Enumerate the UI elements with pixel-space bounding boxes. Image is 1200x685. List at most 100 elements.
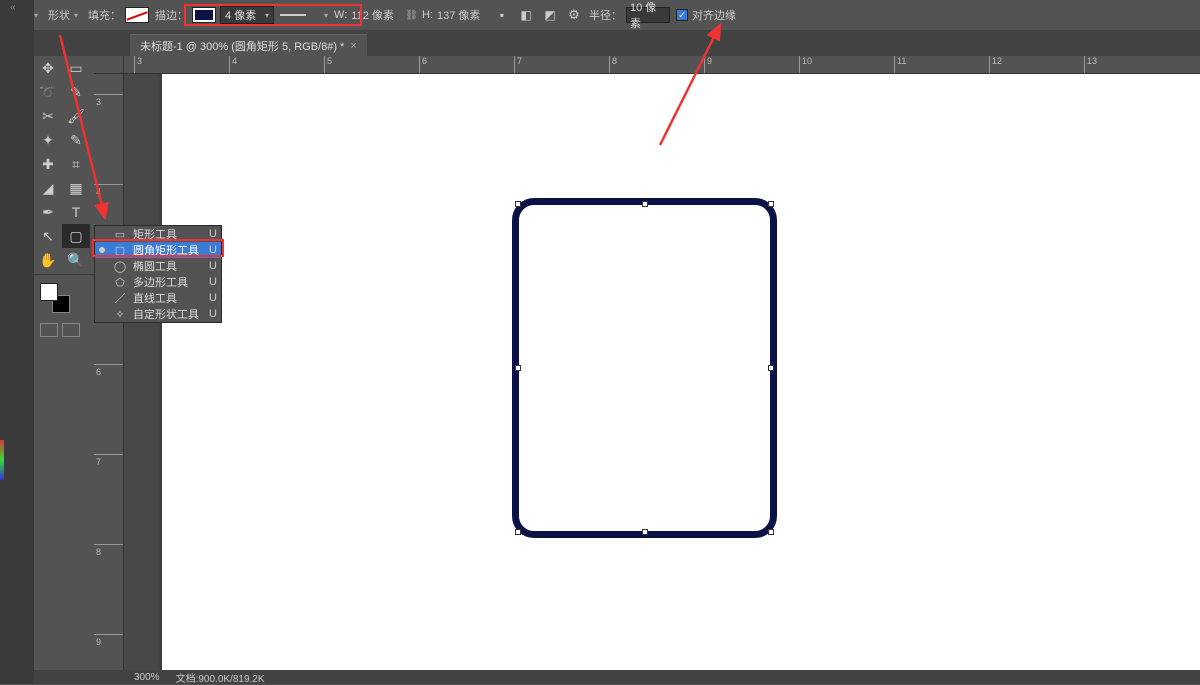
path-align-icon[interactable]: ▪ — [493, 6, 511, 24]
pen-tool[interactable]: ✒ — [34, 200, 62, 224]
type-tool[interactable]: T — [62, 200, 90, 224]
menu-item-ellipse[interactable]: ◯椭圆工具U — [95, 258, 221, 274]
marquee-tool[interactable]: ▭ — [62, 56, 90, 80]
eyedropper-tool[interactable]: ✎ — [62, 80, 90, 104]
height-input[interactable]: 137 像素 — [437, 7, 487, 23]
menu-item-polygon[interactable]: ⬠多边形工具U — [95, 274, 221, 290]
stroke-swatch[interactable] — [192, 7, 216, 23]
radius-label: 半径： — [589, 7, 622, 23]
pencil-tool[interactable]: ✎ — [62, 128, 90, 152]
healing-tool[interactable]: ✚ — [34, 152, 62, 176]
polygon-icon: ⬠ — [113, 276, 127, 289]
move-tool[interactable]: ✥ — [34, 56, 62, 80]
path-arrange-icon[interactable]: ◧ — [517, 6, 535, 24]
menu-item-line[interactable]: ／直线工具U — [95, 290, 221, 306]
ruler-tick: 6 — [419, 56, 427, 73]
crop-tool[interactable]: ✂ — [34, 104, 62, 128]
ellipse-icon: ◯ — [113, 260, 127, 273]
shape-tool[interactable]: ▢ — [62, 224, 90, 248]
line-icon: ／ — [113, 290, 127, 306]
document-tab-bar: 未标题-1 @ 300% (圆角矩形 5, RGB/8#) * × — [0, 30, 1200, 56]
ruler-tick: 10 — [799, 56, 812, 73]
screen-mode-icon[interactable] — [62, 323, 80, 337]
ruler-tick: 7 — [514, 56, 522, 73]
status-bar: 300% 文档:900.0K/819.2K — [34, 670, 1200, 684]
ruler-tick: 4 — [229, 56, 237, 73]
ruler-tick: 6 — [94, 364, 123, 377]
stroke-style-select[interactable]: ▾ — [280, 4, 328, 26]
align-edges-label: 对齐边缘 — [692, 7, 736, 23]
eraser-tool[interactable]: ◢ — [34, 176, 62, 200]
transform-handle[interactable] — [642, 529, 648, 535]
ruler-tick: 3 — [94, 94, 123, 107]
transform-handle[interactable] — [642, 201, 648, 207]
magic-wand-tool[interactable]: ✦ — [34, 128, 62, 152]
height-label: H: — [422, 9, 433, 21]
options-bar: ▾ 形状 ▾ 填充： 描边： 4 像素▾ ▾ W: 112 像素 ⛓ H: 13… — [0, 0, 1200, 30]
stroke-label: 描边： — [155, 7, 188, 23]
ruler-tick: 13 — [1084, 56, 1097, 73]
shape-tool-flyout: ▭矩形工具U ▢圆角矩形工具U ◯椭圆工具U ⬠多边形工具U ／直线工具U ✧自… — [94, 225, 222, 323]
menu-item-rectangle[interactable]: ▭矩形工具U — [95, 226, 221, 242]
tool-mode-label: 形状 — [48, 7, 70, 23]
ruler-tick: 9 — [704, 56, 712, 73]
radius-input[interactable]: 10 像素 — [626, 7, 670, 23]
menu-item-custom-shape[interactable]: ✧自定形状工具U — [95, 306, 221, 322]
ruler-tick: 8 — [94, 544, 123, 557]
transform-handle[interactable] — [768, 529, 774, 535]
collapse-icon[interactable]: « — [10, 2, 16, 13]
main-area: ✥▭ ➰✎ ✂🖌 ✦✎ ✚⌗ ◢▦ ✒T ↖▢ ✋🔍 3 4 5 6 7 8 9… — [34, 56, 1200, 670]
color-swatches[interactable] — [40, 283, 70, 313]
canvas-viewport[interactable] — [124, 74, 1200, 670]
zoom-tool[interactable]: 🔍 — [62, 248, 90, 272]
close-icon[interactable]: × — [350, 40, 356, 52]
ruler-tick: 7 — [94, 454, 123, 467]
ruler-tick: 11 — [894, 56, 906, 73]
custom-shape-icon: ✧ — [113, 308, 127, 321]
ruler-tick: 3 — [134, 56, 142, 73]
tools-panel: ✥▭ ➰✎ ✂🖌 ✦✎ ✚⌗ ◢▦ ✒T ↖▢ ✋🔍 — [34, 56, 94, 670]
ruler-origin[interactable] — [94, 56, 124, 74]
doc-size-readout: 文档:900.0K/819.2K — [176, 670, 265, 685]
ruler-tick: 9 — [94, 634, 123, 647]
document-tab[interactable]: 未标题-1 @ 300% (圆角矩形 5, RGB/8#) * × — [130, 34, 367, 56]
transform-handle[interactable] — [515, 529, 521, 535]
brush-tool[interactable]: 🖌 — [62, 104, 90, 128]
clone-tool[interactable]: ⌗ — [62, 152, 90, 176]
transform-handle[interactable] — [768, 365, 774, 371]
panel-edge-strip: « — [0, 0, 34, 684]
quick-mask-icon[interactable] — [40, 323, 58, 337]
path-select-tool[interactable]: ↖ — [34, 224, 62, 248]
width-label: W: — [334, 9, 347, 21]
path-ops-icon[interactable]: ◩ — [541, 6, 559, 24]
fill-swatch[interactable] — [125, 7, 149, 23]
lasso-tool[interactable]: ➰ — [34, 80, 62, 104]
stroke-width-input[interactable]: 4 像素▾ — [220, 6, 274, 24]
ruler-tick: 8 — [609, 56, 617, 73]
ruler-vertical[interactable]: 3 4 5 6 7 8 9 — [94, 74, 124, 670]
ruler-horizontal[interactable]: 3 4 5 6 7 8 9 10 11 12 13 — [124, 56, 1200, 74]
canvas[interactable] — [162, 74, 1200, 670]
width-input[interactable]: 112 像素 — [351, 7, 401, 23]
link-icon[interactable]: ⛓ — [405, 10, 418, 21]
menu-item-rounded-rectangle[interactable]: ▢圆角矩形工具U — [95, 242, 221, 258]
zoom-readout[interactable]: 300% — [134, 672, 160, 683]
chevron-down-icon: ▾ — [324, 11, 328, 20]
color-accent-strip — [0, 440, 4, 480]
hand-tool[interactable]: ✋ — [34, 248, 62, 272]
work-area: 3 4 5 6 7 8 9 10 11 12 13 3 4 5 6 7 8 9 — [94, 56, 1200, 670]
ruler-tick: 4 — [94, 184, 123, 197]
gradient-tool[interactable]: ▦ — [62, 176, 90, 200]
transform-handle[interactable] — [515, 201, 521, 207]
tool-mode-select[interactable]: 形状 ▾ — [44, 7, 82, 23]
transform-handle[interactable] — [768, 201, 774, 207]
align-edges-checkbox[interactable]: ✓ 对齐边缘 — [676, 4, 736, 26]
rounded-rectangle-shape[interactable] — [512, 198, 777, 538]
chevron-down-icon[interactable]: ▾ — [34, 11, 38, 20]
checkbox-checked-icon: ✓ — [676, 9, 688, 21]
ruler-tick: 5 — [324, 56, 332, 73]
gear-icon[interactable]: ⚙ — [565, 6, 583, 24]
transform-handle[interactable] — [515, 365, 521, 371]
fill-label: 填充： — [88, 7, 121, 23]
rectangle-icon: ▭ — [113, 228, 127, 241]
